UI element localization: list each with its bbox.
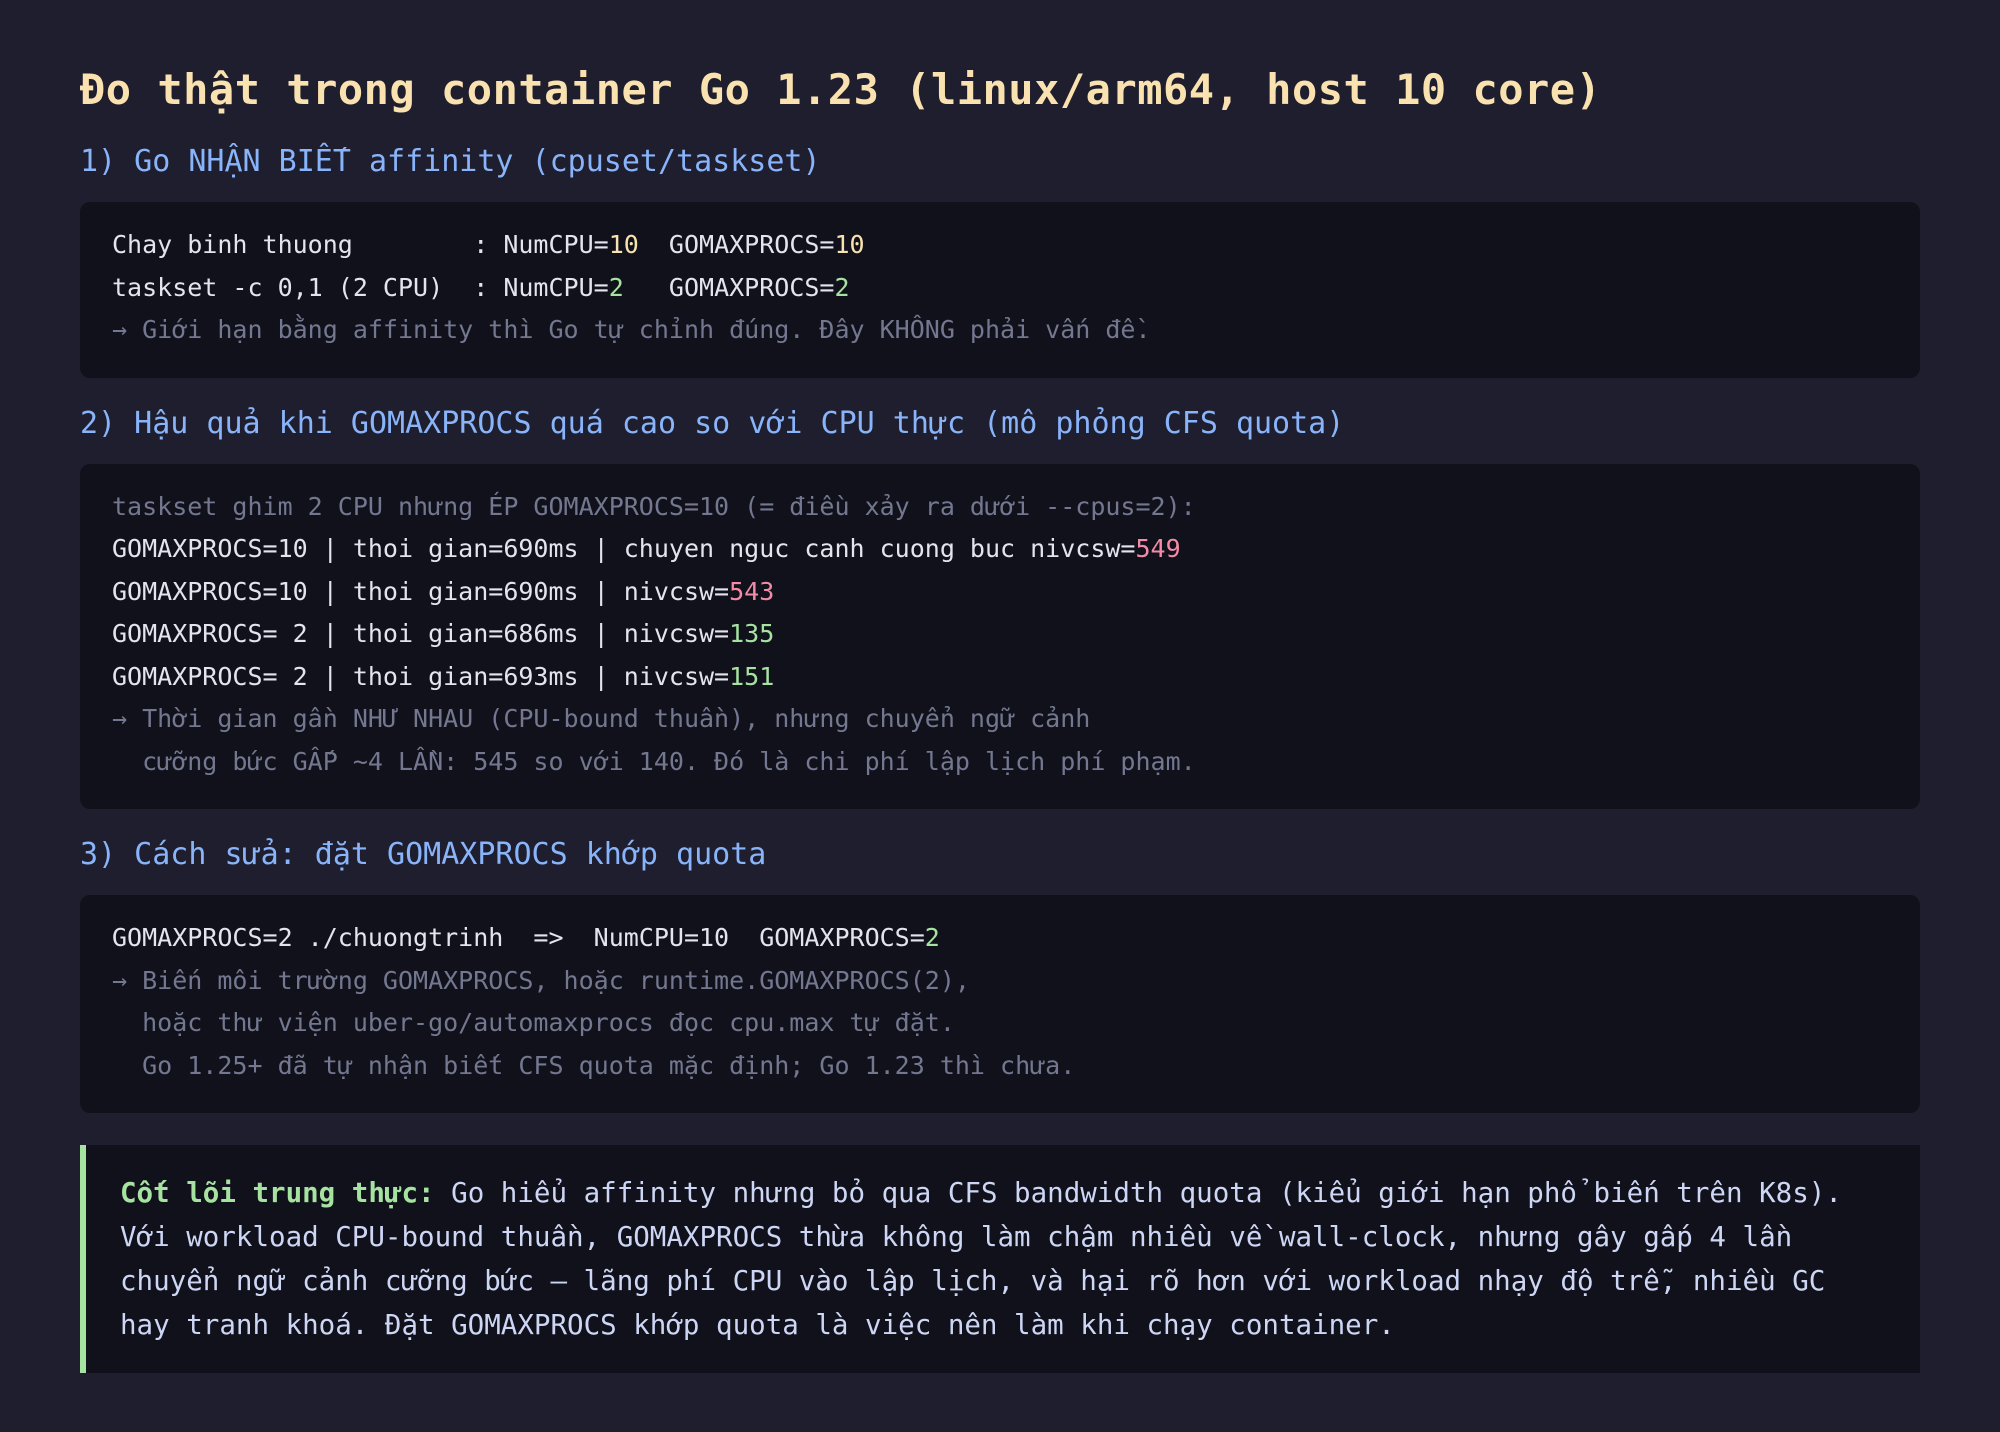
output-line-normal-run: Chay binh thuong : NumCPU=10 GOMAXPROCS=… bbox=[112, 224, 1888, 267]
result-row: GOMAXPROCS=10 | thoi gian=690ms | chuyen… bbox=[112, 528, 1888, 571]
section-1-title: 1) Go NHẬN BIẾT affinity (cpuset/taskset… bbox=[80, 144, 821, 179]
gomaxprocs-value: 2 bbox=[924, 923, 940, 952]
gomaxprocs-value: 10 bbox=[834, 230, 865, 259]
result-row: GOMAXPROCS=10 | thoi gian=690ms | nivcsw… bbox=[112, 571, 1888, 614]
summary-callout: Cốt lõi trung thực: Go hiểu affinity như… bbox=[80, 1145, 1920, 1373]
result-row-text: GOMAXPROCS=10 | thoi gian=690ms | nivcsw… bbox=[112, 576, 730, 606]
result-row-text: GOMAXPROCS= 2 | thoi gian=693ms | nivcsw… bbox=[112, 661, 730, 691]
section-1-note: → Giới hạn bằng affinity thì Go tự chỉnh… bbox=[112, 315, 1151, 344]
section-2-note-line: cưỡng bức GẤP ~4 LẦN: 545 so với 140. Đó… bbox=[112, 746, 1196, 776]
nivcsw-value: 151 bbox=[729, 661, 775, 691]
result-row: GOMAXPROCS= 2 | thoi gian=693ms | nivcsw… bbox=[112, 656, 1888, 699]
result-row: GOMAXPROCS= 2 | thoi gian=686ms | nivcsw… bbox=[112, 613, 1888, 656]
output-line-taskset-run: taskset -c 0,1 (2 CPU) : NumCPU=2 GOMAXP… bbox=[112, 267, 1888, 310]
section-2-output-block: taskset ghim 2 CPU nhưng ÉP GOMAXPROCS=1… bbox=[80, 463, 1920, 809]
fix-command-text: GOMAXPROCS=2 ./chuongtrinh => NumCPU=10 … bbox=[112, 923, 925, 952]
section-1-output-block: Chay binh thuong : NumCPU=10 GOMAXPROCS=… bbox=[80, 202, 1920, 378]
line-text: GOMAXPROCS= bbox=[638, 230, 835, 259]
section-3-output-block: GOMAXPROCS=2 ./chuongtrinh => NumCPU=10 … bbox=[80, 895, 1920, 1113]
numcpu-value: 10 bbox=[608, 230, 639, 259]
page: Đo thật trong container Go 1.23 (linux/a… bbox=[80, 62, 1920, 1373]
page-title: Đo thật trong container Go 1.23 (linux/a… bbox=[80, 65, 1602, 114]
nivcsw-value: 135 bbox=[729, 619, 775, 648]
summary-lead: Cốt lõi trung thực: bbox=[120, 1177, 435, 1209]
numcpu-value: 2 bbox=[608, 272, 624, 302]
section-3-note-line: → Biến môi trường GOMAXPROCS, hoặc runti… bbox=[112, 965, 970, 995]
section-2-intro: taskset ghim 2 CPU nhưng ÉP GOMAXPROCS=1… bbox=[112, 491, 1196, 521]
fix-command-line: GOMAXPROCS=2 ./chuongtrinh => NumCPU=10 … bbox=[112, 917, 1888, 960]
result-row-text: GOMAXPROCS=10 | thoi gian=690ms | chuyen… bbox=[112, 534, 1136, 563]
nivcsw-value: 543 bbox=[729, 576, 775, 606]
section-2-note-line: → Thời gian gần NHƯ NHAU (CPU-bound thuầ… bbox=[112, 704, 1091, 733]
nivcsw-value: 549 bbox=[1135, 534, 1181, 563]
line-text: Chay binh thuong : NumCPU= bbox=[112, 230, 609, 259]
line-text: taskset -c 0,1 (2 CPU) : NumCPU= bbox=[112, 272, 609, 302]
gomaxprocs-value: 2 bbox=[834, 272, 850, 302]
result-row-text: GOMAXPROCS= 2 | thoi gian=686ms | nivcsw… bbox=[112, 619, 730, 648]
section-2-title: 2) Hậu quả khi GOMAXPROCS quá cao so với… bbox=[80, 405, 1345, 441]
section-3-note-line: Go 1.25+ đã tự nhận biết CFS quota mặc đ… bbox=[112, 1050, 1076, 1080]
section-3-note-line: hoặc thư viện uber-go/automaxprocs đọc c… bbox=[112, 1008, 955, 1037]
line-text: GOMAXPROCS= bbox=[623, 272, 835, 302]
section-3-title: 3) Cách sửa: đặt GOMAXPROCS khớp quota bbox=[80, 837, 767, 872]
